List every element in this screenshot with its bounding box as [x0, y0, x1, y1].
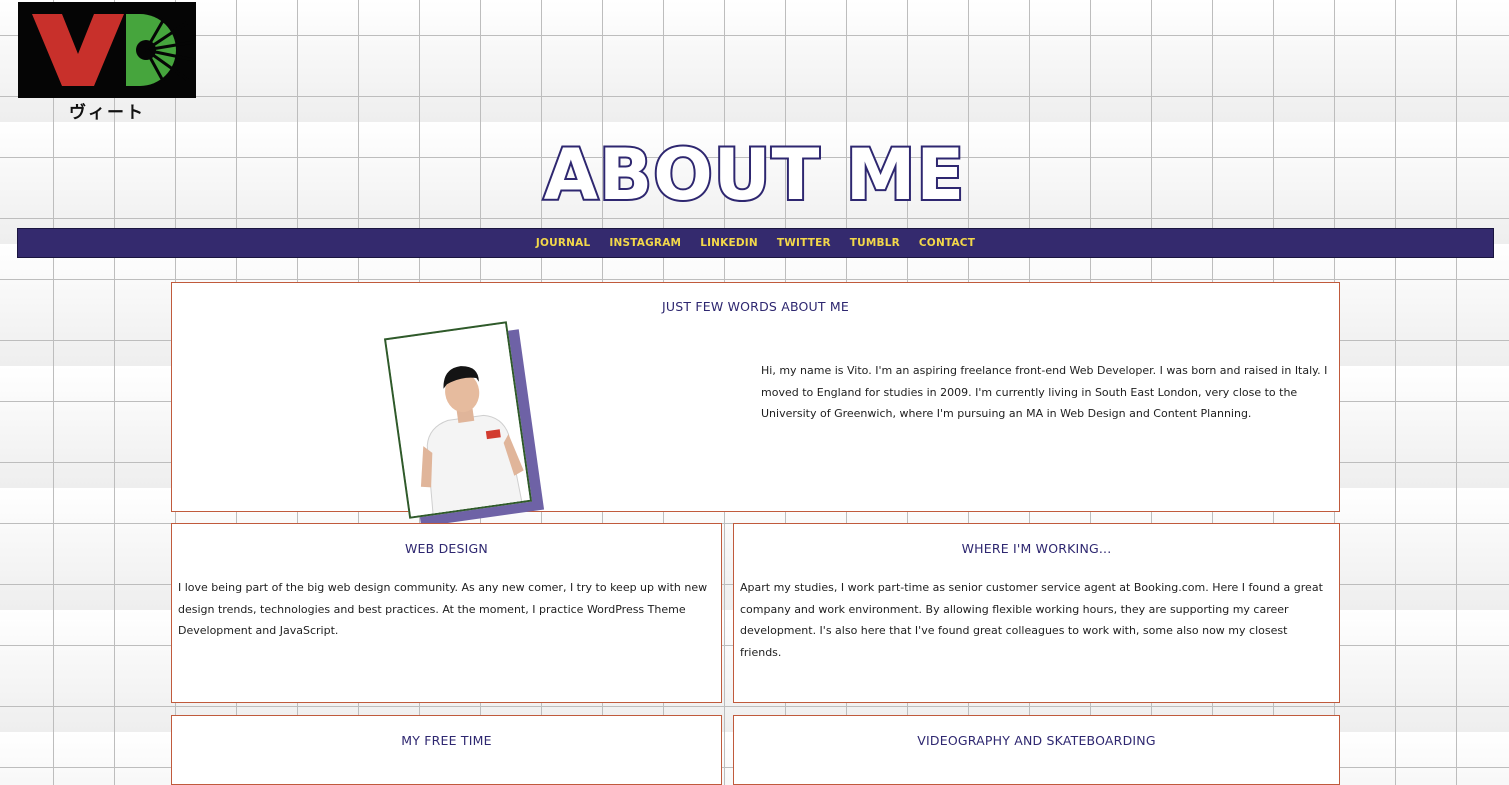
nav-twitter-link[interactable]: TWITTER [777, 237, 831, 249]
working-card-text: Apart my studies, I work part-time as se… [740, 581, 1323, 659]
videography-card-title: VIDEOGRAPHY AND SKATEBOARDING [917, 733, 1156, 748]
main-nav: JOURNAL INSTAGRAM LINKEDIN TWITTER TUMBL… [17, 228, 1494, 258]
profile-photo-frame [383, 321, 545, 527]
nav-journal-link[interactable]: JOURNAL [536, 237, 590, 249]
working-card-title: WHERE I'M WORKING... [961, 541, 1112, 556]
page-header: ABOUT ME [0, 134, 1509, 216]
free-time-card: MY FREE TIME [171, 715, 722, 785]
page-title: ABOUT ME [542, 134, 966, 216]
intro-card-title: JUST FEW WORDS ABOUT ME [661, 299, 849, 314]
site-logo[interactable] [18, 2, 196, 98]
web-design-card-text: I love being part of the big web design … [178, 581, 708, 637]
profile-photo [383, 321, 533, 519]
intro-card-text: Hi, my name is Vito. I'm an aspiring fre… [761, 364, 1328, 420]
intro-card: JUST FEW WORDS ABOUT ME Hi, my name is V… [171, 282, 1340, 527]
working-card: WHERE I'M WORKING... Apart my studies, I… [733, 523, 1340, 703]
logo-mark [32, 11, 195, 91]
nav-instagram-link[interactable]: INSTAGRAM [609, 237, 681, 249]
nav-contact-link[interactable]: CONTACT [919, 237, 975, 249]
person-illustration [386, 322, 533, 519]
free-time-card-title: MY FREE TIME [401, 733, 492, 748]
web-design-card-title: WEB DESIGN [405, 541, 488, 556]
nav-linkedin-link[interactable]: LINKEDIN [700, 237, 758, 249]
nav-tumblr-link[interactable]: TUMBLR [850, 237, 900, 249]
web-design-card: WEB DESIGN I love being part of the big … [171, 523, 722, 703]
videography-card: VIDEOGRAPHY AND SKATEBOARDING [733, 715, 1340, 785]
logo-subtitle: ヴィート [69, 103, 145, 123]
